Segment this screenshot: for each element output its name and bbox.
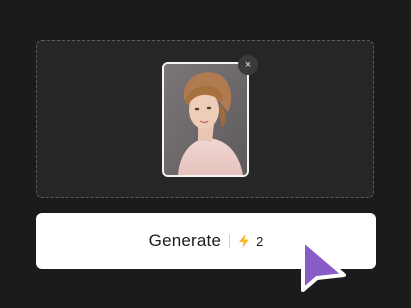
close-icon: ×: [244, 58, 252, 71]
image-upload-zone[interactable]: ×: [36, 40, 374, 198]
generate-button-label: Generate: [148, 231, 222, 250]
lightning-bolt-icon: [239, 234, 250, 248]
portrait-image: [164, 64, 247, 175]
uploaded-image-thumbnail: [162, 62, 249, 177]
generate-button[interactable]: Generate 2: [36, 213, 376, 269]
generator-panel: × Generate 2: [0, 0, 411, 308]
credit-cost-count: 2: [256, 233, 264, 249]
button-divider: [229, 234, 231, 248]
remove-image-button[interactable]: ×: [238, 55, 258, 75]
